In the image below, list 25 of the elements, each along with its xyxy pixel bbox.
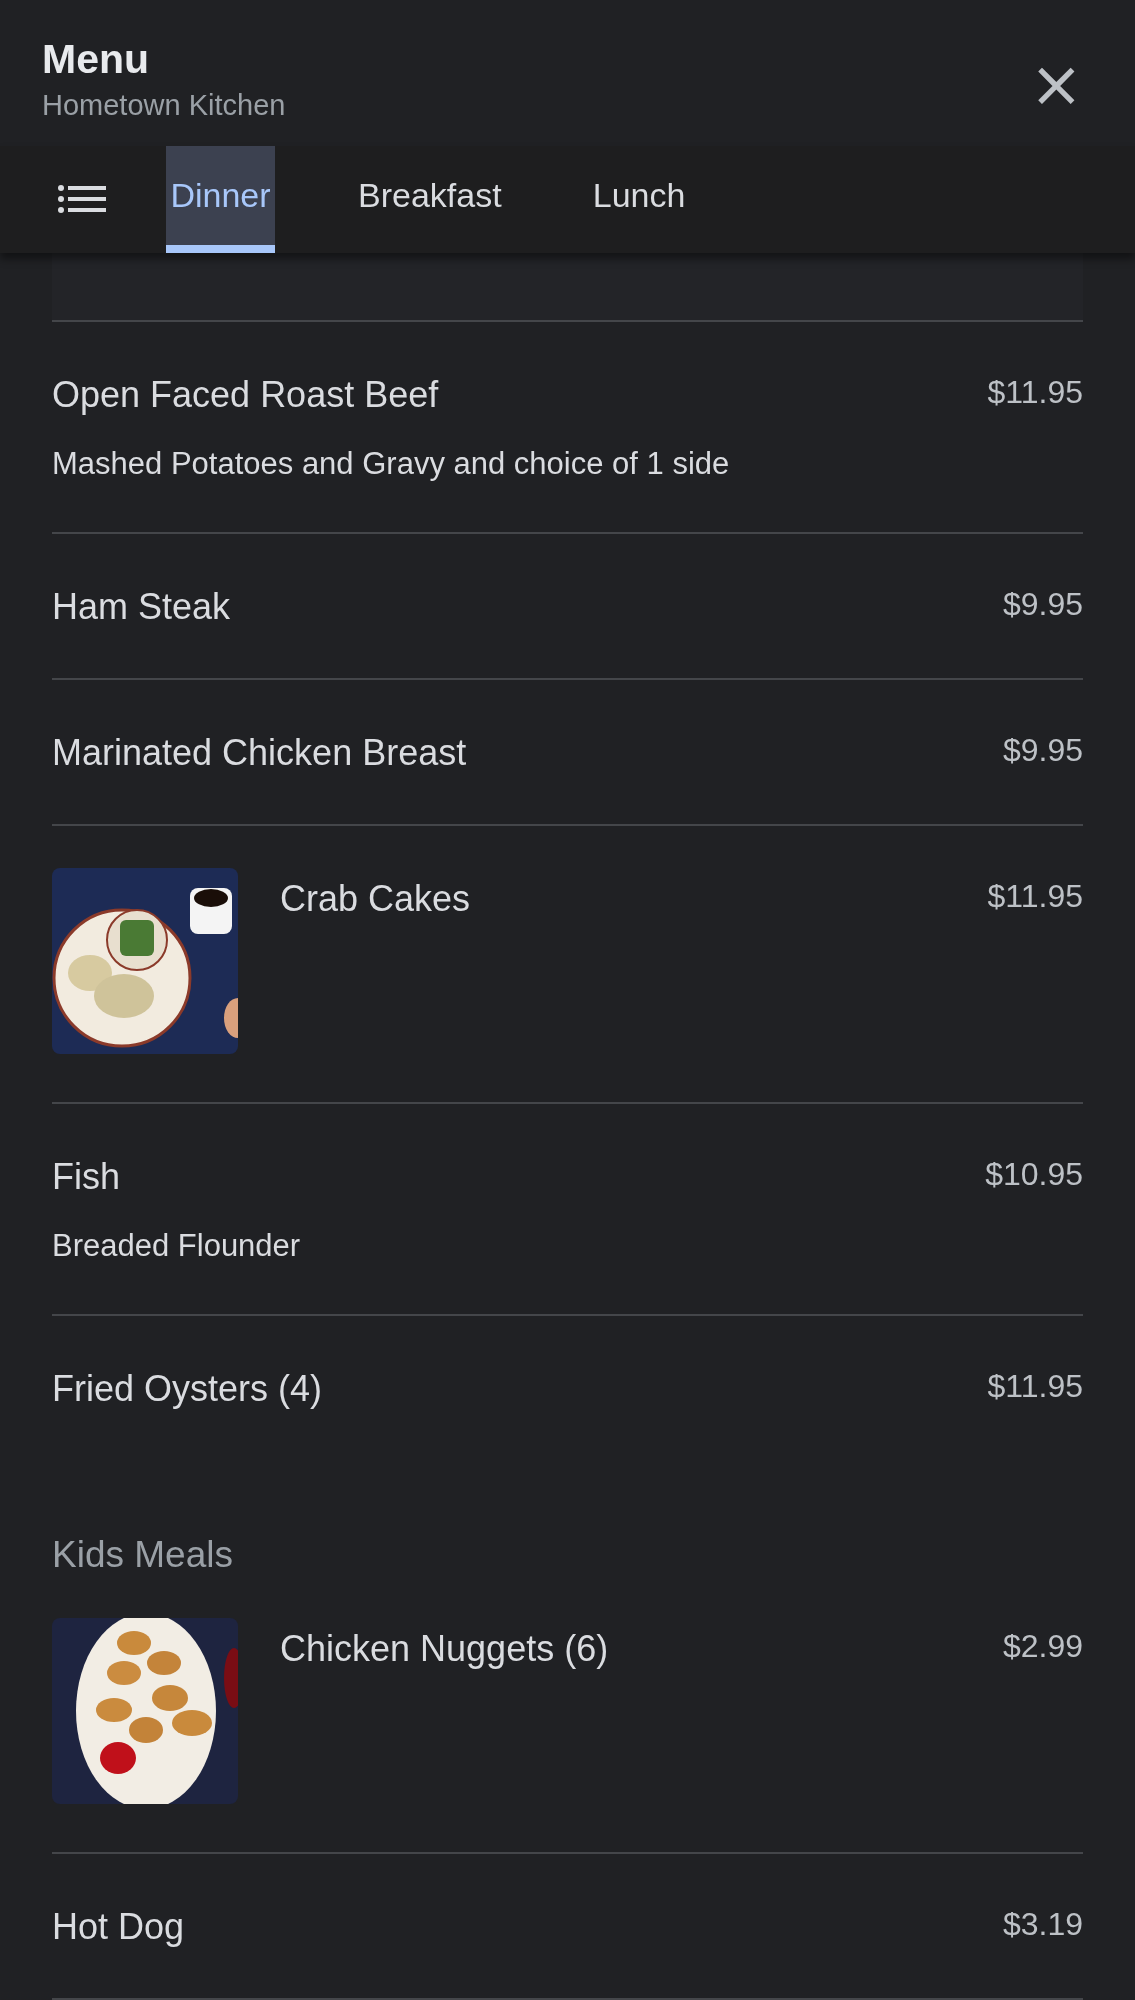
item-price: $9.95 (1002, 731, 1083, 770)
item-price: $9.95 (1002, 585, 1083, 624)
item-price: $11.95 (987, 877, 1083, 916)
item-price: $11.95 (987, 1367, 1083, 1406)
item-name: Marinated Chicken Breast (52, 731, 467, 775)
item-price: $10.95 (985, 1155, 1083, 1194)
item-name: Fish (52, 1155, 120, 1199)
item-name: Hot Dog (52, 1905, 185, 1949)
item-description: Breaded Flounder (52, 1227, 302, 1265)
item-name: Open Faced Roast Beef (52, 373, 439, 417)
close-button[interactable]: × (1029, 56, 1083, 112)
item-name: Fried Oysters (4) (52, 1367, 323, 1411)
menu-tab[interactable]: Breakfast (358, 145, 502, 253)
menu-tab[interactable]: Lunch (584, 145, 694, 253)
section-heading: Kids Meals (52, 1534, 234, 1576)
item-name: Crab Cakes (280, 877, 471, 921)
restaurant-name: Hometown Kitchen (42, 89, 286, 122)
item-name: Chicken Nuggets (6) (280, 1627, 609, 1671)
item-price: $2.99 (1002, 1627, 1083, 1666)
item-price: $3.19 (1002, 1905, 1083, 1944)
item-price: $11.95 (987, 373, 1083, 412)
item-description: Mashed Potatoes and Gravy and choice of 1 side (52, 445, 731, 483)
item-name: Ham Steak (52, 585, 231, 629)
menu-tab[interactable]: Dinner (166, 145, 275, 253)
menu-title: Menu (42, 36, 151, 83)
